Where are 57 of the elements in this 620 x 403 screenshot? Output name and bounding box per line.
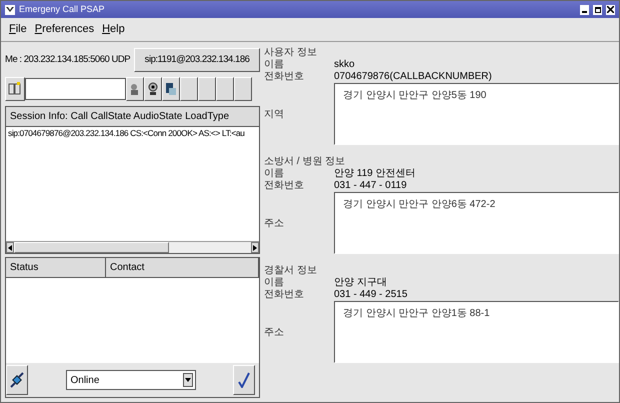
field-label: 전화번호 bbox=[264, 289, 305, 301]
people-icon bbox=[129, 83, 141, 95]
window-title: Emergeny Call PSAP bbox=[19, 2, 106, 16]
scroll-right-icon[interactable] bbox=[251, 242, 259, 253]
section-title: 소방서 / 병원 정보 bbox=[264, 155, 346, 168]
field-label: 이름 bbox=[264, 168, 285, 180]
menu-item[interactable]: Preferences bbox=[34, 21, 94, 38]
presence-dropdown[interactable]: Online bbox=[66, 370, 196, 390]
field-label: 전화번호 bbox=[264, 71, 305, 83]
menu-item[interactable]: Help bbox=[102, 21, 125, 38]
toolbar-button[interactable] bbox=[234, 77, 252, 101]
field-label: 주소 bbox=[264, 326, 285, 340]
column-header[interactable]: Contact bbox=[106, 258, 259, 277]
field-value: 031 - 447 - 0119 bbox=[334, 180, 407, 192]
field-label: 전화번호 bbox=[264, 180, 305, 192]
address-field[interactable]: 경기 안양시 만안구 안양6동 472-2 bbox=[334, 192, 619, 254]
sip-address-button[interactable]: sip:1191@203.232.134.186 bbox=[134, 48, 260, 72]
field-value: 0704679876(CALLBACKNUMBER) bbox=[334, 71, 492, 83]
scroll-left-icon[interactable] bbox=[6, 242, 14, 253]
close-icon[interactable] bbox=[606, 4, 615, 14]
toolbar-button[interactable] bbox=[216, 77, 234, 101]
toolbar-button[interactable] bbox=[180, 77, 198, 101]
field-label: 이름 bbox=[264, 59, 285, 71]
connect-button[interactable] bbox=[6, 365, 28, 395]
section-title: 경찰서 정보 bbox=[264, 264, 318, 277]
field-value: 031 - 449 - 2515 bbox=[334, 289, 408, 301]
session-row[interactable]: sip:0704679876@203.232.134.186 CS:<Conn 200OK> AS:<> LT:<au bbox=[6, 127, 259, 139]
field-label: 이름 bbox=[264, 277, 285, 289]
field-value: skko bbox=[334, 59, 355, 71]
dial-input[interactable] bbox=[25, 78, 126, 100]
book-icon bbox=[8, 82, 22, 96]
toolbar-button[interactable] bbox=[126, 77, 144, 101]
pda-icon bbox=[165, 82, 177, 96]
field-value: 안양 119 안전센터 bbox=[334, 168, 416, 180]
toolbar-button[interactable] bbox=[144, 77, 162, 101]
scrollbar-thumb[interactable] bbox=[14, 242, 169, 253]
section-title: 사용자 정보 bbox=[264, 46, 318, 59]
field-label: 주소 bbox=[264, 216, 285, 230]
toolbar-button[interactable] bbox=[198, 77, 216, 101]
confirm-button[interactable] bbox=[233, 365, 255, 395]
toolbar-button[interactable] bbox=[162, 77, 180, 101]
horizontal-scrollbar[interactable] bbox=[6, 241, 259, 253]
plug-icon bbox=[9, 371, 25, 389]
menu-item[interactable]: File bbox=[9, 21, 27, 38]
column-header: Session Info: Call CallState AudioState LoadType bbox=[6, 107, 259, 127]
column-header[interactable]: Status bbox=[6, 258, 106, 277]
phonebook-button[interactable] bbox=[5, 77, 25, 101]
webcam-icon bbox=[148, 82, 158, 96]
address-field[interactable]: 경기 안양시 만안구 안양5동 190 bbox=[334, 83, 619, 145]
checkmark-icon bbox=[238, 372, 250, 388]
minimize-icon[interactable] bbox=[580, 4, 589, 14]
field-value: 안양 지구대 bbox=[334, 277, 387, 289]
local-address: Me : 203.232.134.185:5060 UDP bbox=[5, 52, 132, 67]
maximize-icon[interactable] bbox=[593, 4, 602, 14]
field-label: 지역 bbox=[264, 108, 285, 122]
window-menu-icon[interactable] bbox=[5, 4, 15, 14]
address-field[interactable]: 경기 안양시 만안구 안양1동 88-1 bbox=[334, 301, 619, 363]
